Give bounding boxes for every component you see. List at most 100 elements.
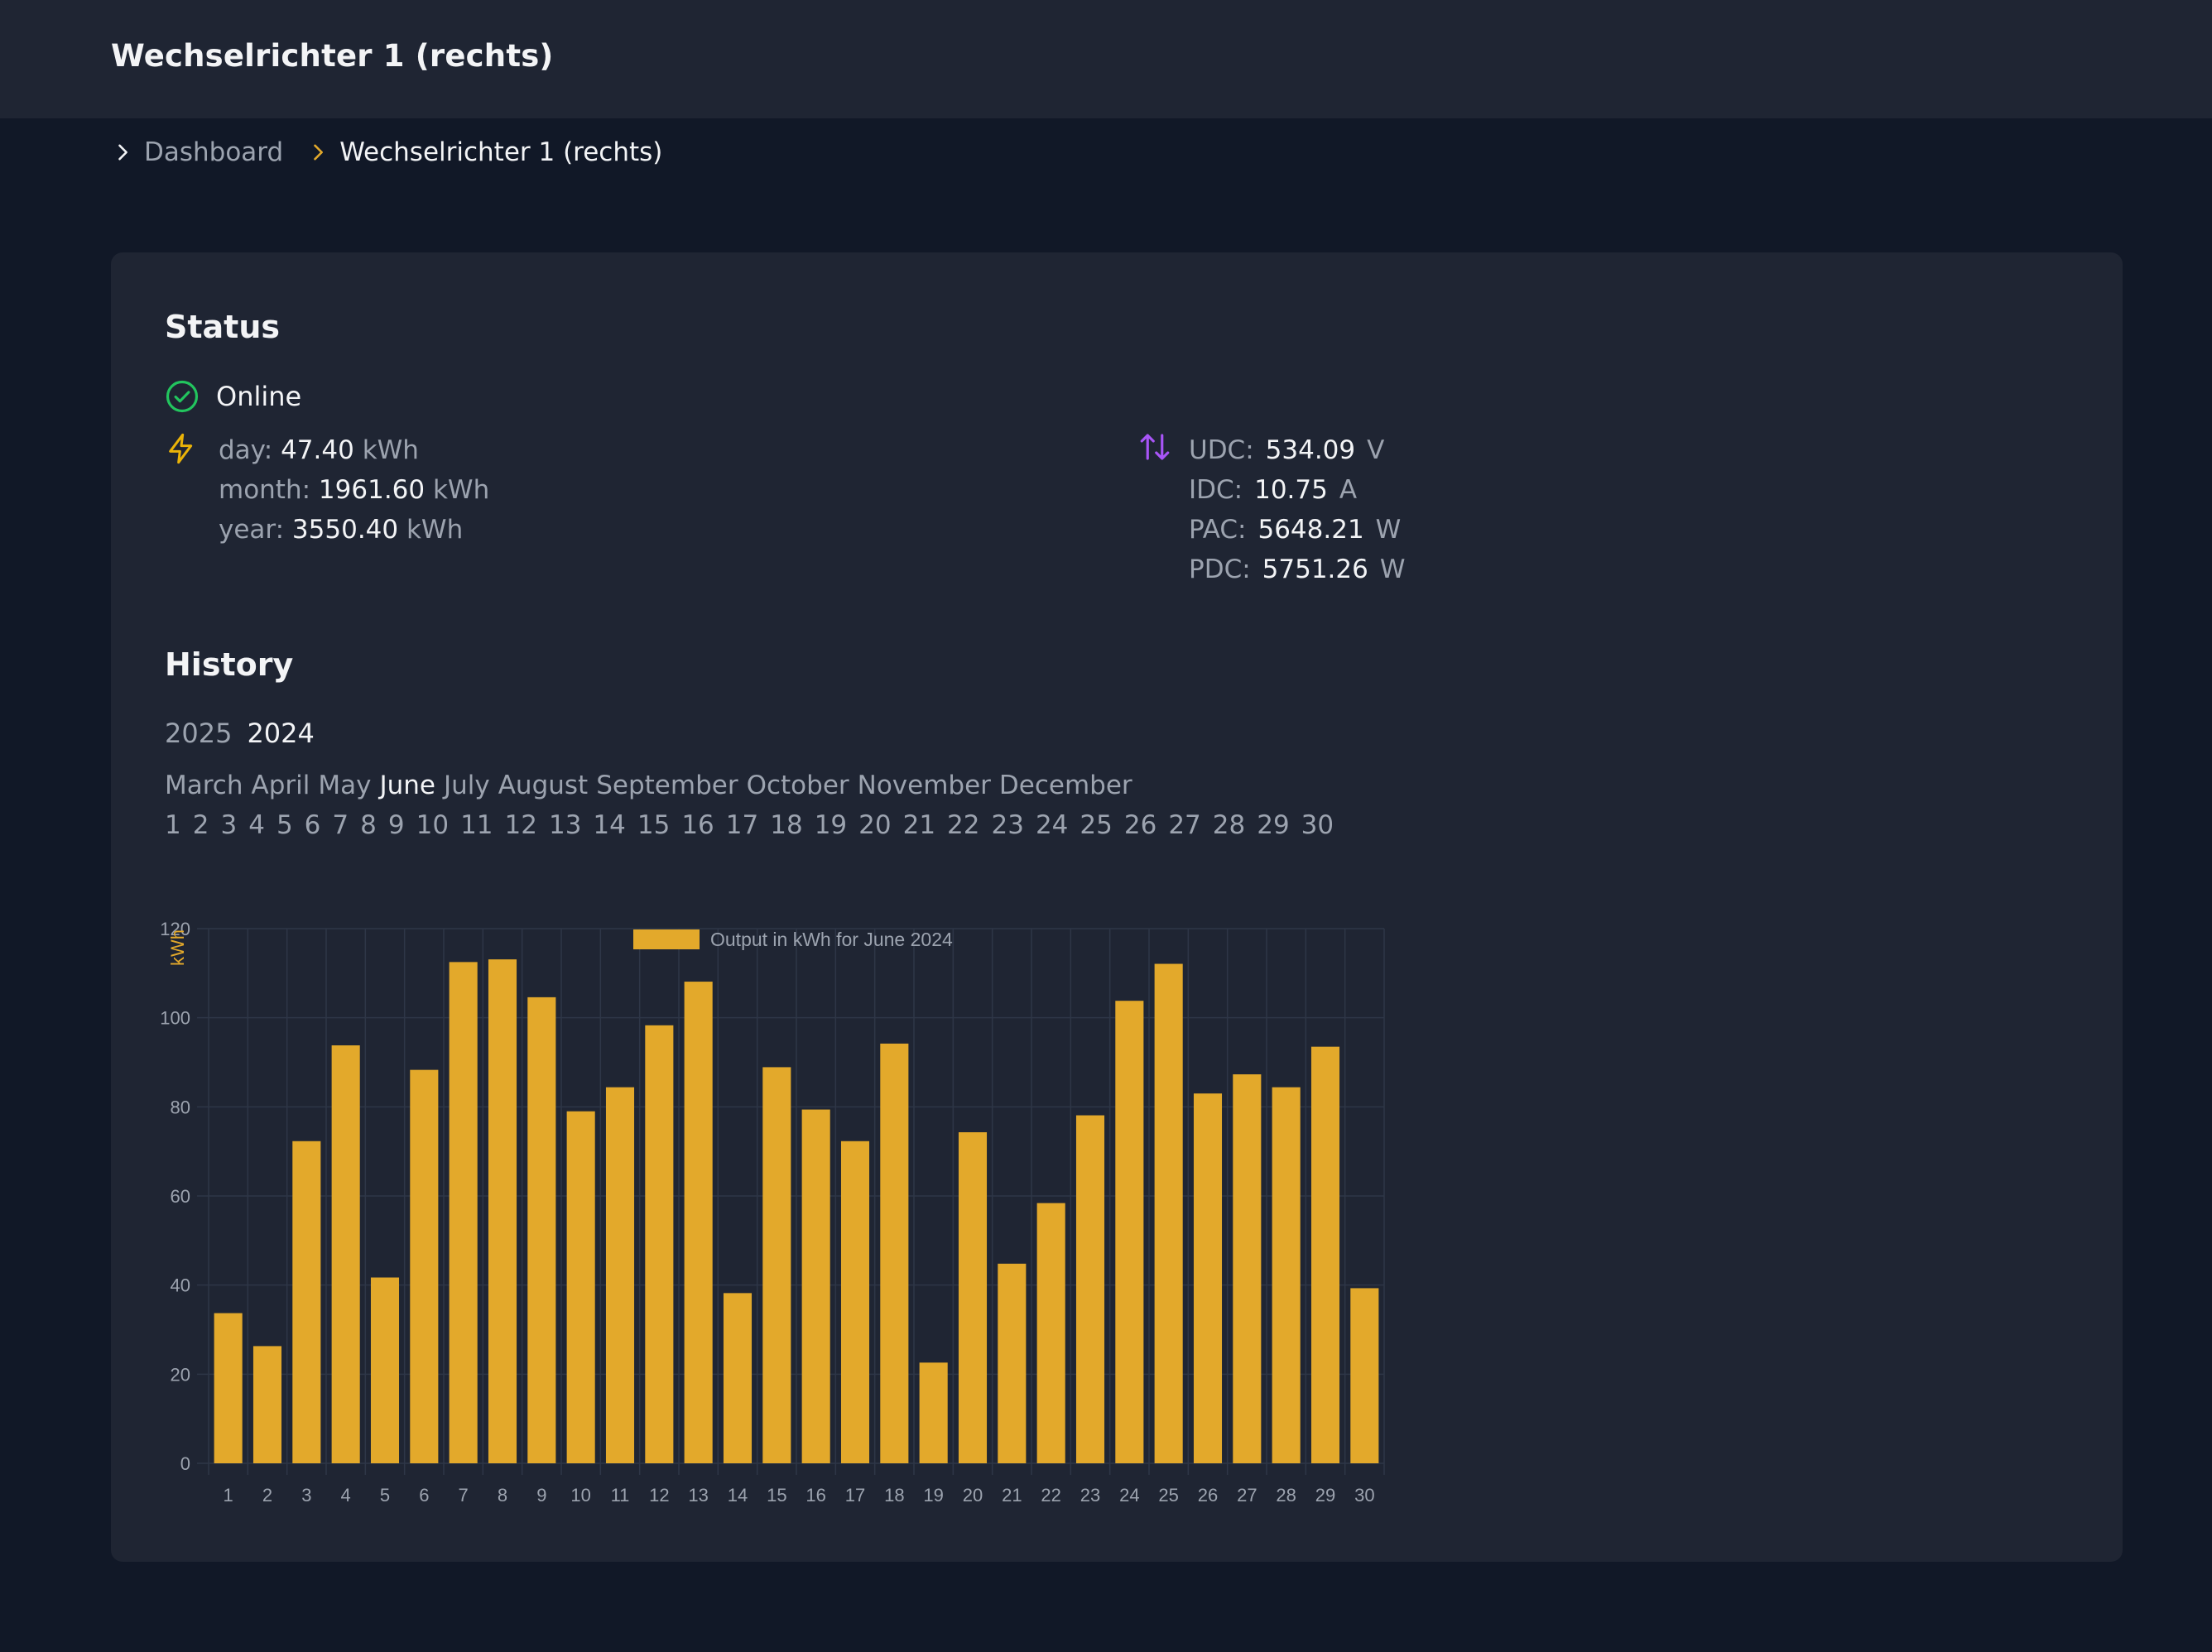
x-tick-label: 26 bbox=[1198, 1485, 1218, 1506]
pac-row: PAC: 5648.21 W bbox=[1189, 510, 1401, 550]
month-link-july[interactable]: July bbox=[444, 771, 490, 800]
day-link-9[interactable]: 9 bbox=[388, 810, 405, 840]
bar-day-9 bbox=[527, 996, 556, 1463]
udc-unit: V bbox=[1367, 435, 1385, 465]
x-tick-label: 22 bbox=[1041, 1485, 1060, 1506]
day-link-20[interactable]: 20 bbox=[858, 810, 891, 840]
day-link-29[interactable]: 29 bbox=[1257, 810, 1289, 840]
energy-day-unit: kWh bbox=[362, 435, 419, 465]
day-link-18[interactable]: 18 bbox=[770, 810, 802, 840]
breadcrumb-dashboard-link[interactable]: Dashboard bbox=[144, 137, 283, 167]
month-link-august[interactable]: August bbox=[498, 771, 589, 800]
bar-day-4 bbox=[331, 1045, 360, 1463]
pac-unit: W bbox=[1375, 515, 1402, 545]
day-link-10[interactable]: 10 bbox=[416, 810, 449, 840]
month-link-november[interactable]: November bbox=[858, 771, 991, 800]
bar-day-2 bbox=[252, 1346, 282, 1463]
day-link-25[interactable]: 25 bbox=[1080, 810, 1112, 840]
energy-year: year: 3550.40 kWh bbox=[219, 510, 463, 550]
bar-day-26 bbox=[1193, 1093, 1223, 1463]
y-tick-label: 60 bbox=[171, 1186, 190, 1207]
day-link-24[interactable]: 24 bbox=[1036, 810, 1068, 840]
day-link-2[interactable]: 2 bbox=[193, 810, 209, 840]
pac-value: 5648.21 bbox=[1257, 515, 1364, 545]
day-link-6[interactable]: 6 bbox=[305, 810, 321, 840]
day-link-8[interactable]: 8 bbox=[360, 810, 377, 840]
lightning-icon bbox=[169, 433, 193, 464]
month-link-may[interactable]: May bbox=[318, 771, 371, 800]
day-link-19[interactable]: 19 bbox=[815, 810, 847, 840]
status-text: Online bbox=[216, 381, 302, 412]
x-tick-label: 24 bbox=[1119, 1485, 1139, 1506]
energy-month-unit: kWh bbox=[432, 475, 490, 505]
x-tick-label: 28 bbox=[1276, 1485, 1296, 1506]
day-link-3[interactable]: 3 bbox=[220, 810, 237, 840]
day-link-15[interactable]: 15 bbox=[637, 810, 670, 840]
day-link-4[interactable]: 4 bbox=[248, 810, 265, 840]
y-tick-label: 20 bbox=[171, 1364, 190, 1385]
month-link-march[interactable]: March bbox=[165, 771, 243, 800]
status-heading: Status bbox=[165, 309, 281, 345]
idc-unit: A bbox=[1339, 475, 1358, 505]
month-link-september[interactable]: September bbox=[596, 771, 738, 800]
day-link-12[interactable]: 12 bbox=[505, 810, 537, 840]
bar-day-19 bbox=[919, 1362, 948, 1463]
x-tick-label: 7 bbox=[459, 1485, 469, 1506]
breadcrumb: Dashboard Wechselrichter 1 (rechts) bbox=[111, 136, 662, 169]
bar-day-17 bbox=[840, 1141, 870, 1463]
day-link-28[interactable]: 28 bbox=[1213, 810, 1245, 840]
energy-year-unit: kWh bbox=[406, 515, 464, 545]
y-tick-label: 0 bbox=[180, 1453, 190, 1474]
bar-day-14 bbox=[723, 1293, 753, 1463]
energy-month-value: 1961.60 bbox=[318, 475, 426, 505]
day-link-22[interactable]: 22 bbox=[947, 810, 979, 840]
day-link-14[interactable]: 14 bbox=[593, 810, 625, 840]
y-tick-label: 80 bbox=[171, 1097, 190, 1117]
chevron-right-icon bbox=[118, 144, 127, 161]
day-link-23[interactable]: 23 bbox=[992, 810, 1024, 840]
energy-day: day: 47.40 kWh bbox=[219, 430, 419, 470]
day-link-17[interactable]: 17 bbox=[726, 810, 758, 840]
breadcrumb-current: Wechselrichter 1 (rechts) bbox=[339, 137, 663, 167]
status-online: Online bbox=[165, 378, 301, 415]
y-tick-label: 40 bbox=[171, 1275, 190, 1296]
bar-day-24 bbox=[1115, 1001, 1144, 1463]
app-title: Wechselrichter 1 (rechts) bbox=[111, 38, 554, 74]
bar-day-27 bbox=[1233, 1074, 1262, 1463]
x-tick-label: 27 bbox=[1237, 1485, 1257, 1506]
bar-day-6 bbox=[410, 1069, 439, 1463]
day-link-26[interactable]: 26 bbox=[1124, 810, 1156, 840]
day-link-16[interactable]: 16 bbox=[681, 810, 714, 840]
energy-year-label: year: bbox=[219, 515, 285, 545]
bar-day-29 bbox=[1310, 1046, 1340, 1463]
energy-month-label: month: bbox=[219, 475, 311, 505]
month-link-june[interactable]: June bbox=[379, 771, 435, 800]
day-link-21[interactable]: 21 bbox=[903, 810, 935, 840]
day-link-30[interactable]: 30 bbox=[1301, 810, 1334, 840]
year-link-2024[interactable]: 2024 bbox=[247, 718, 314, 749]
bar-day-1 bbox=[214, 1313, 243, 1463]
bar-day-22 bbox=[1036, 1203, 1065, 1463]
x-tick-label: 18 bbox=[884, 1485, 904, 1506]
x-tick-label: 6 bbox=[419, 1485, 429, 1506]
day-link-1[interactable]: 1 bbox=[165, 810, 181, 840]
x-tick-label: 5 bbox=[380, 1485, 390, 1506]
month-link-december[interactable]: December bbox=[999, 771, 1132, 800]
udc-row: UDC: 534.09 V bbox=[1189, 430, 1384, 470]
day-link-7[interactable]: 7 bbox=[332, 810, 349, 840]
year-selector: 2025 2024 bbox=[165, 718, 315, 749]
year-link-2025[interactable]: 2025 bbox=[165, 718, 232, 749]
month-link-october[interactable]: October bbox=[747, 771, 849, 800]
bar-day-3 bbox=[292, 1141, 321, 1463]
month-link-april[interactable]: April bbox=[252, 771, 310, 800]
day-link-27[interactable]: 27 bbox=[1168, 810, 1200, 840]
bar-day-18 bbox=[880, 1043, 909, 1463]
day-link-11[interactable]: 11 bbox=[460, 810, 493, 840]
bar-day-13 bbox=[684, 982, 713, 1463]
energy-day-value: 47.40 bbox=[281, 435, 354, 465]
x-tick-label: 20 bbox=[963, 1485, 983, 1506]
day-link-5[interactable]: 5 bbox=[276, 810, 293, 840]
top-bar: Wechselrichter 1 (rechts) bbox=[0, 0, 2212, 118]
day-link-13[interactable]: 13 bbox=[549, 810, 581, 840]
bar-day-16 bbox=[801, 1109, 830, 1463]
